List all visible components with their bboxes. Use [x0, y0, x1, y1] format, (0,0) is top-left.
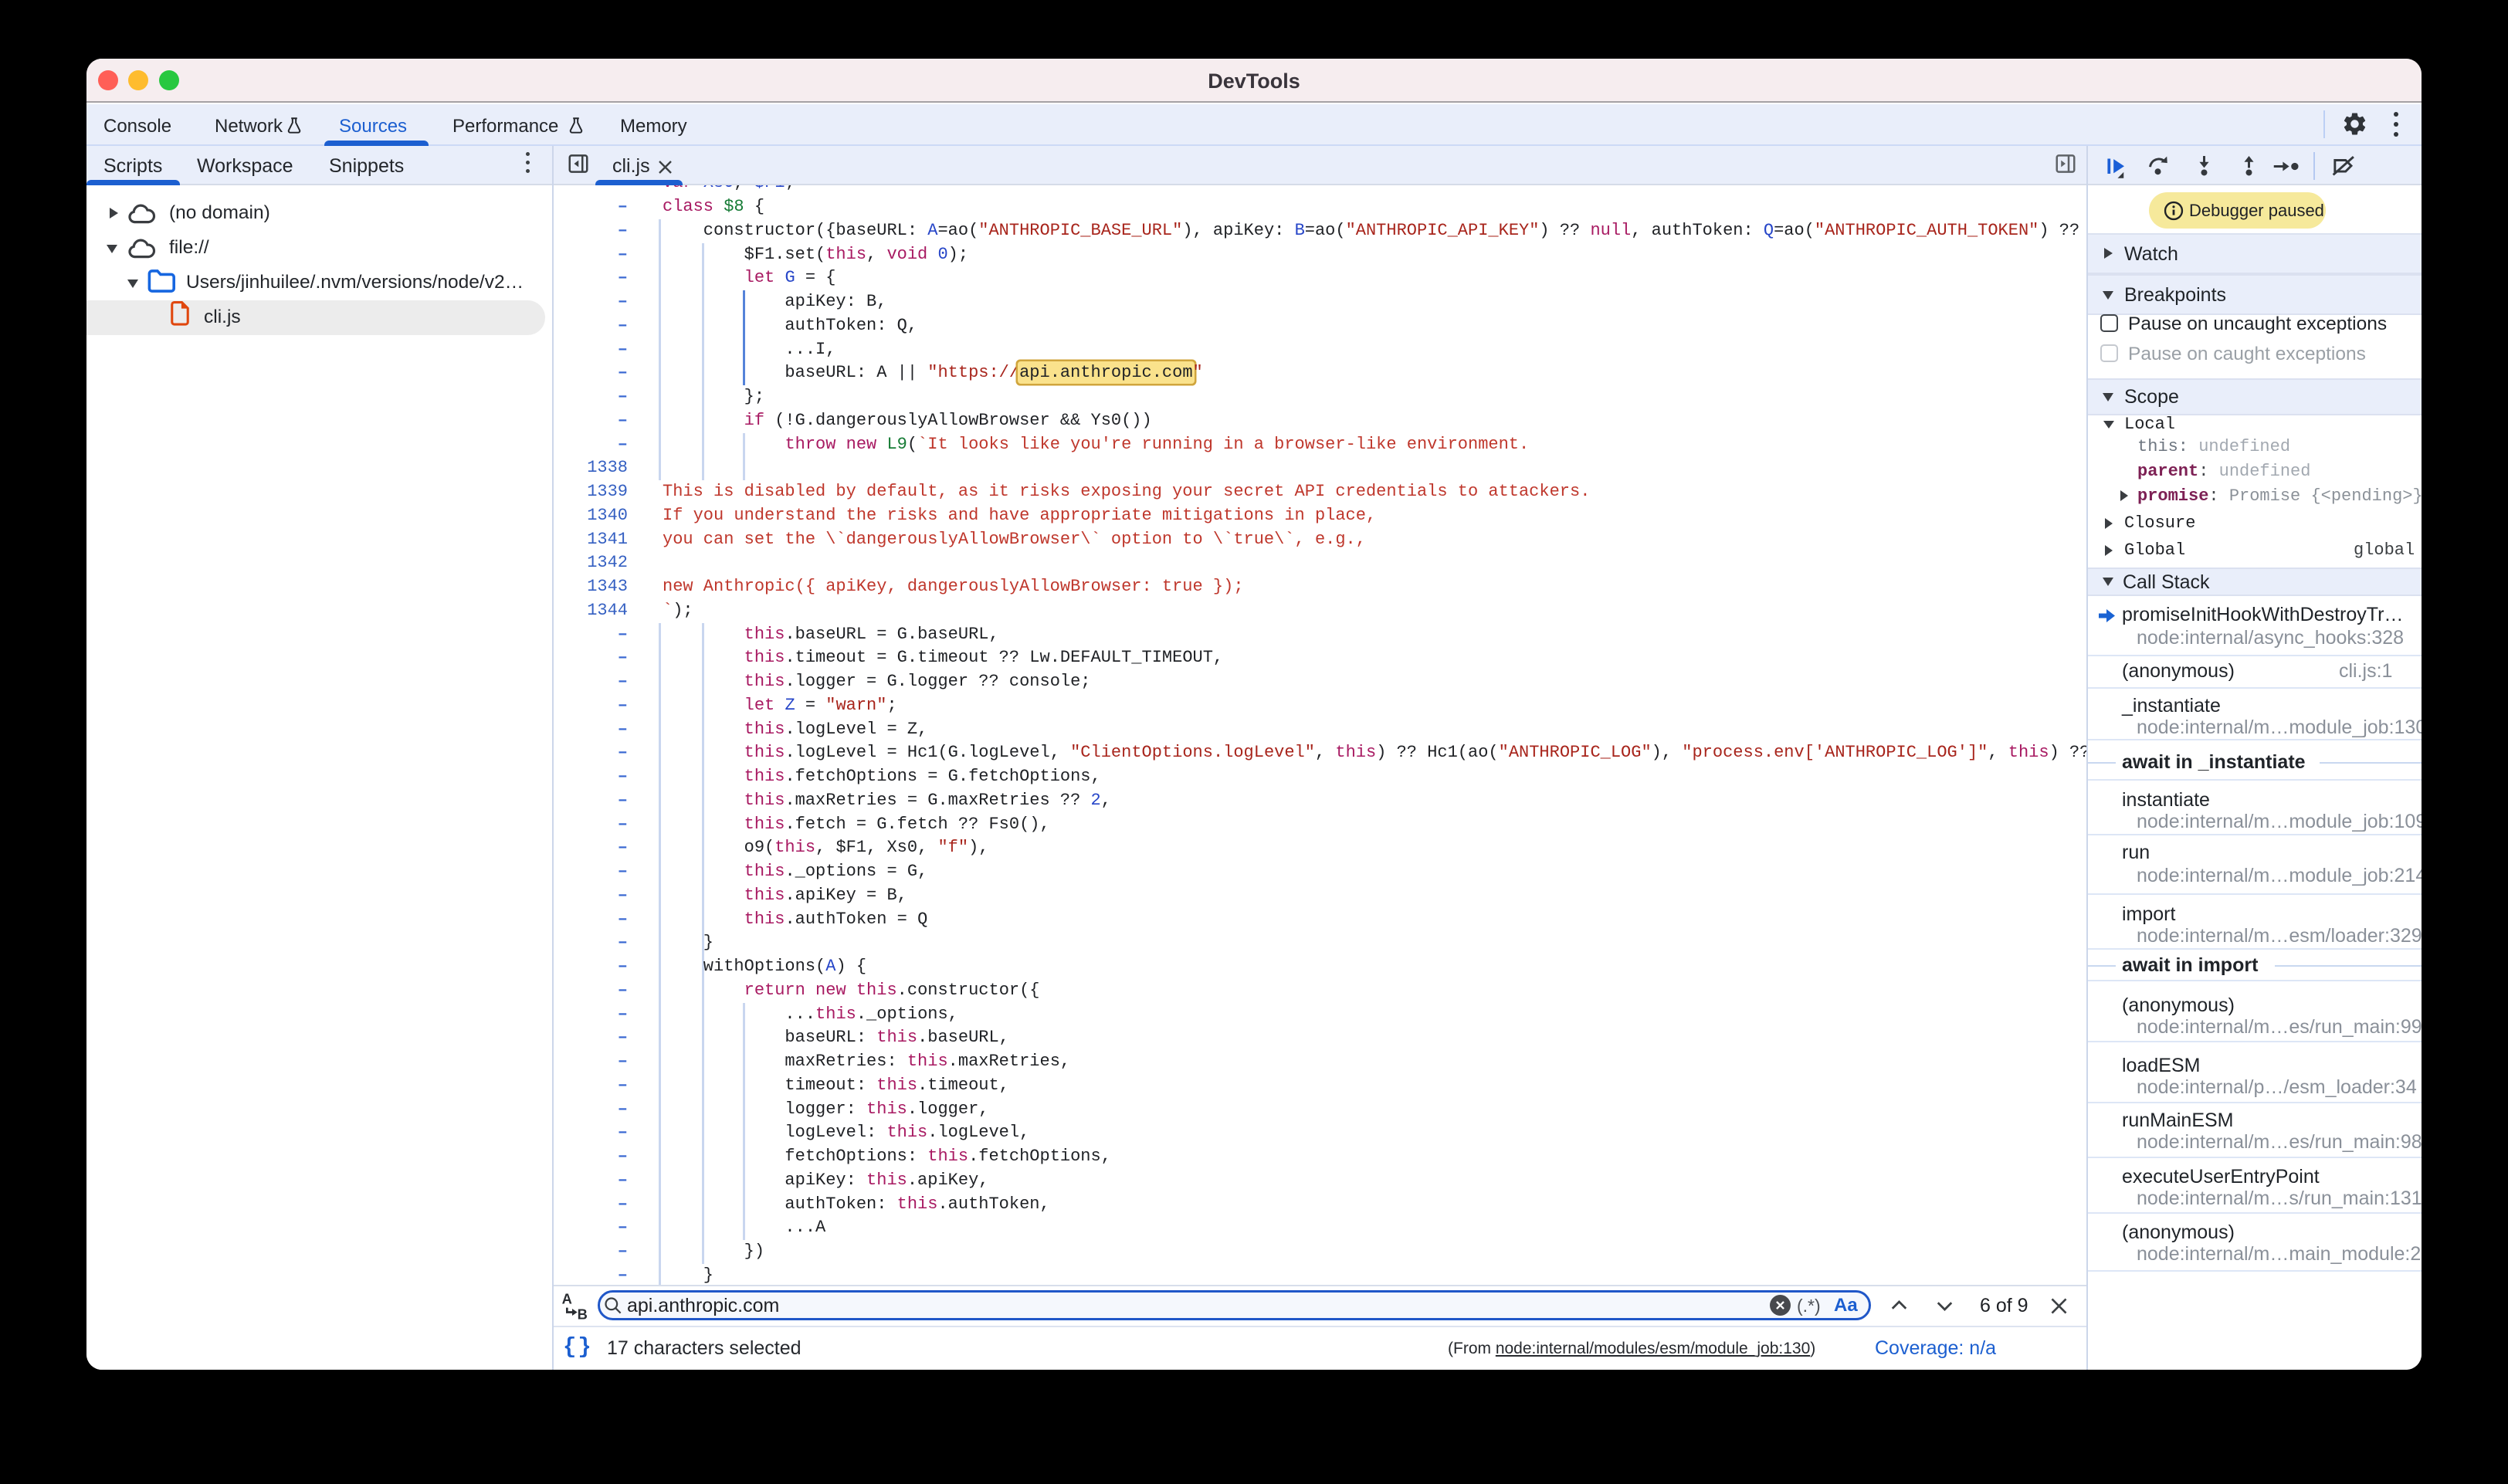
svg-text:A: A	[562, 1291, 572, 1307]
svg-text:B: B	[578, 1306, 588, 1322]
